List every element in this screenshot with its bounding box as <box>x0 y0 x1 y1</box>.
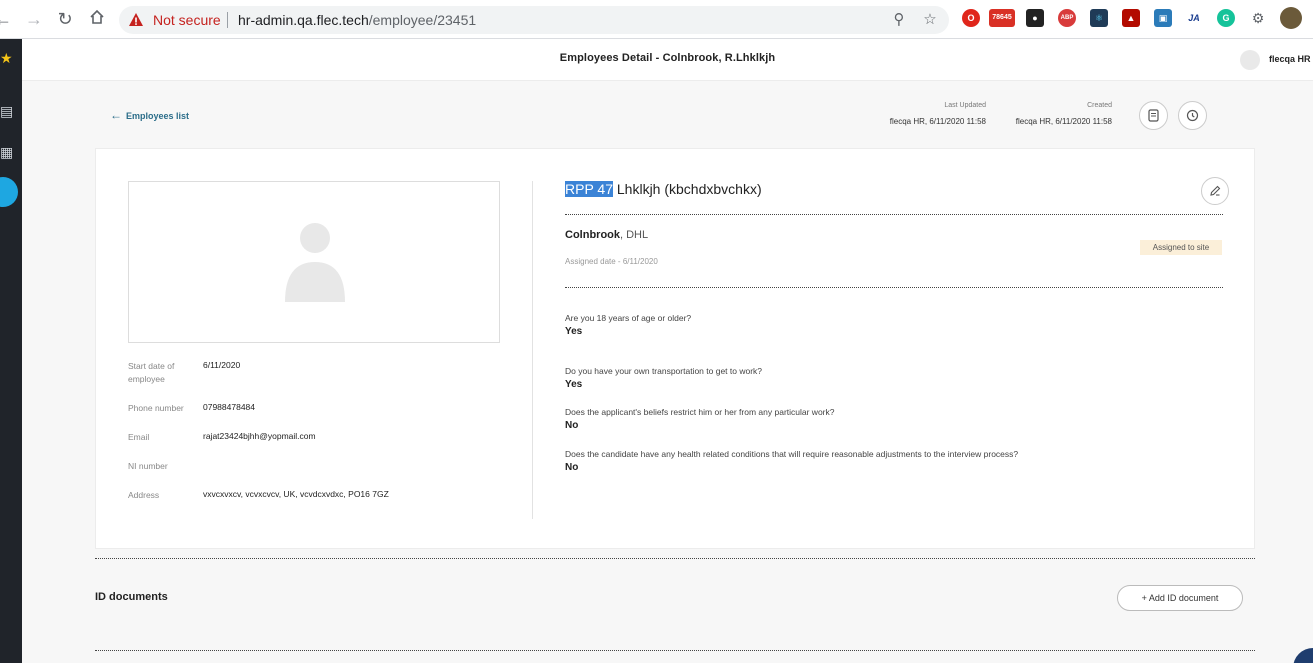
status-badge: Assigned to site <box>1140 240 1222 255</box>
pdf-extension-icon[interactable]: ▲ <box>1122 9 1140 27</box>
people-icon[interactable] <box>0 177 18 207</box>
screenshot-extension-icon[interactable]: ▣ <box>1154 9 1172 27</box>
bookmark-star-icon[interactable]: ☆ <box>920 10 940 30</box>
documents-icon[interactable]: ▦ <box>0 143 18 161</box>
ni-number-label: NI number <box>128 461 168 471</box>
back-arrow-icon: ← <box>110 108 122 122</box>
answer-transport: Yes <box>565 379 583 390</box>
profile-avatar-icon[interactable] <box>1280 7 1302 29</box>
zoom-icon[interactable]: ⚲ <box>889 10 909 30</box>
address-bar[interactable]: Not secure hr-admin.qa.flec.tech/employe… <box>119 6 949 34</box>
help-chat-button[interactable] <box>1293 648 1313 663</box>
employee-code: RPP 47 <box>565 181 613 197</box>
question-age: Are you 18 years of age or older? <box>565 313 692 323</box>
back-arrow-icon[interactable]: ← <box>0 8 14 30</box>
answer-beliefs: No <box>565 420 579 431</box>
react-extension-icon[interactable]: ⚛ <box>1090 9 1108 27</box>
start-date-label: Start date of employee <box>128 361 175 384</box>
question-transport: Do you have your own transportation to g… <box>565 366 763 376</box>
column-divider <box>532 181 533 519</box>
address-value: vxvcxvxcv, vcvxcvcv, UK, vcvdcxvdxc, PO1… <box>203 489 389 499</box>
logo-shield-icon[interactable]: ★ <box>0 49 18 67</box>
question-beliefs: Does the applicant's beliefs restrict hi… <box>565 407 835 417</box>
user-name[interactable]: flecqa HR <box>1269 54 1311 64</box>
employee-card: Start date of employee 6/11/2020 Phone n… <box>95 148 1255 549</box>
created-label: Created <box>1087 102 1112 109</box>
id-documents-title: ID documents <box>95 591 168 603</box>
answer-age: Yes <box>565 326 583 337</box>
adblock-extension-icon[interactable]: ABP <box>1058 9 1076 27</box>
edit-button[interactable] <box>1201 177 1229 205</box>
app-sidebar: ★ ▤ ▦ <box>0 39 22 663</box>
puzzle-extensions-icon[interactable]: ⚙ <box>1249 9 1267 27</box>
section-divider <box>95 558 1255 559</box>
pencil-icon <box>1210 185 1221 196</box>
name-divider <box>565 214 1223 215</box>
browser-toolbar: ← → ↻ Not secure hr-admin.qa.flec.tech/e… <box>0 0 1313 39</box>
security-status[interactable]: Not secure <box>153 12 221 28</box>
created-value: flecqa HR, 6/11/2020 11:58 <box>1015 117 1112 126</box>
warning-icon <box>129 13 143 26</box>
notes-icon <box>1148 109 1159 122</box>
employees-list-link[interactable]: ← Employees list <box>110 108 189 122</box>
answer-health: No <box>565 462 579 473</box>
email-value: rajat23424bjhh@yopmail.com <box>203 431 316 441</box>
reload-icon[interactable]: ↻ <box>54 8 76 30</box>
extension-dots-icon[interactable]: ● <box>1026 9 1044 27</box>
user-placeholder-icon <box>285 223 345 302</box>
add-id-document-button[interactable]: + Add ID document <box>1117 585 1243 611</box>
page-title: Employees Detail - Colnbrook, R.Lhklkjh <box>559 52 776 64</box>
employee-name: RPP 47 Lhklkjh (kbchdxbvchkx) <box>565 181 762 197</box>
employee-photo[interactable] <box>128 181 500 343</box>
opera-extension-icon[interactable]: O <box>962 9 980 27</box>
start-date-value: 6/11/2020 <box>203 360 241 370</box>
question-health: Does the candidate have any health relat… <box>565 449 1019 459</box>
last-updated-label: Last Updated <box>944 102 986 109</box>
address-label: Address <box>128 490 160 500</box>
home-icon[interactable] <box>86 8 108 30</box>
app-header: Employees Detail - Colnbrook, R.Lhklkjh … <box>22 39 1313 81</box>
notes-button[interactable] <box>1139 101 1168 130</box>
bottom-divider <box>95 650 1255 651</box>
site-divider <box>565 287 1223 288</box>
gmail-extension-icon[interactable]: 78645 <box>989 9 1015 27</box>
plus-icon: + <box>1141 593 1149 603</box>
url-text[interactable]: hr-admin.qa.flec.tech/employee/23451 <box>238 12 476 28</box>
last-updated-value: flecqa HR, 6/11/2020 11:58 <box>889 117 986 126</box>
assigned-date: Assigned date - 6/11/2020 <box>565 257 658 266</box>
ja-extension-icon[interactable]: JA <box>1185 9 1203 27</box>
site-name: Colnbrook, DHL <box>565 229 649 241</box>
briefcase-icon[interactable]: ▤ <box>0 102 18 120</box>
user-avatar[interactable] <box>1240 50 1260 70</box>
history-button[interactable] <box>1178 101 1207 130</box>
grammarly-extension-icon[interactable]: G <box>1217 9 1235 27</box>
url-separator <box>227 12 228 28</box>
email-label: Email <box>128 432 150 442</box>
clock-icon <box>1186 109 1199 122</box>
phone-value: 07988478484 <box>203 402 256 412</box>
forward-arrow-icon[interactable]: → <box>23 8 45 30</box>
phone-label: Phone number <box>128 403 184 413</box>
